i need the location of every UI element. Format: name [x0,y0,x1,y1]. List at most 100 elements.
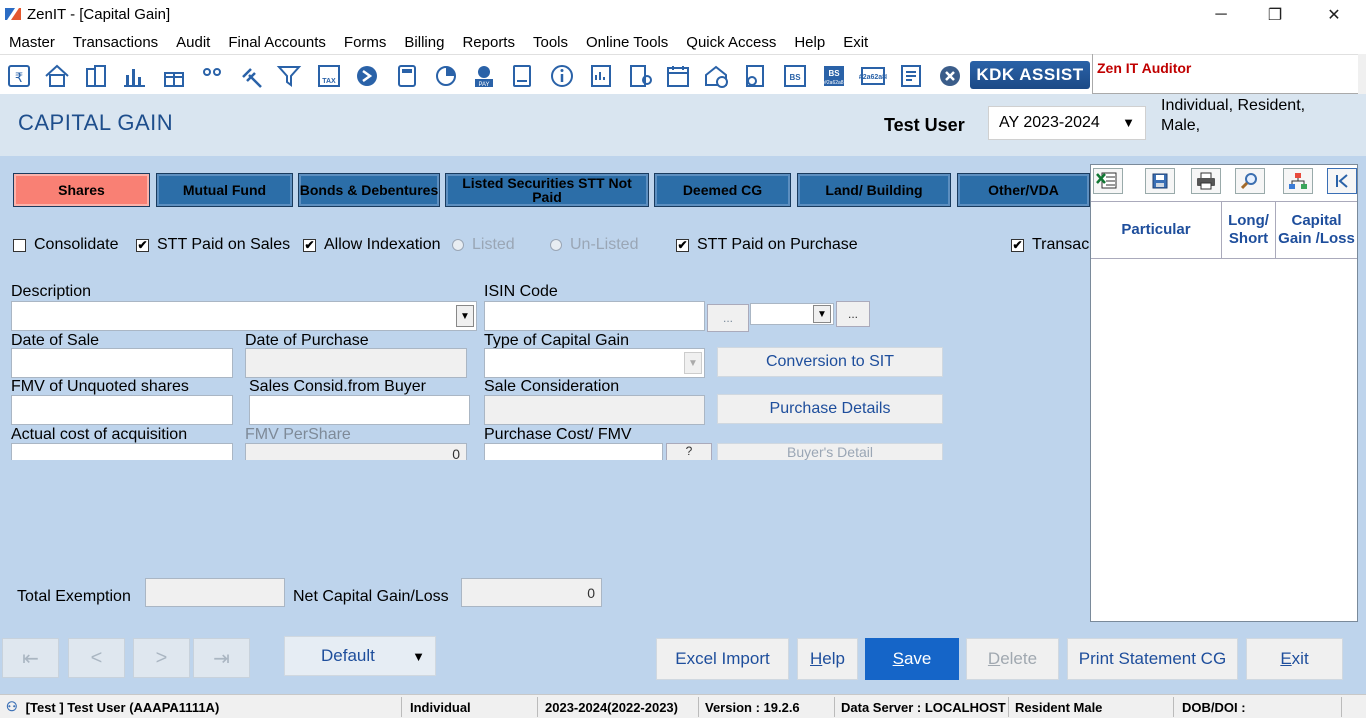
bs-sch-icon[interactable]: BS S#2a62a8H [820,63,848,89]
chevron-down-icon[interactable]: ▼ [456,305,474,327]
tab-deemed-cg[interactable]: Deemed CG [654,173,791,207]
bar-chart-icon[interactable] [120,63,148,89]
rupee-doc-icon[interactable]: ₹ [5,63,33,89]
bs-icon[interactable]: BS [781,63,809,89]
form-icon[interactable] [897,63,925,89]
close-button[interactable]: ✕ [1311,2,1357,28]
people-icon[interactable] [198,63,226,89]
kdk-assist-button[interactable]: KDK ASSIST [970,61,1090,89]
menu-help[interactable]: Help [794,34,825,51]
save-disk-icon[interactable] [1145,168,1175,194]
3cd-icon[interactable]: 3#2a62a8D [855,63,891,89]
listed-radio[interactable]: Listed [452,236,515,254]
house-add-icon[interactable] [703,63,731,89]
chevron-down-icon[interactable]: ▼ [684,352,702,374]
tab-bonds-debentures[interactable]: Bonds & Debentures [298,173,440,207]
menu-reports[interactable]: Reports [462,34,515,51]
conversion-to-sit-button[interactable]: Conversion to SIT [717,347,943,377]
sales-consid-from-buyer-input[interactable] [249,395,470,425]
excel-import-button[interactable]: Excel Import [656,638,789,680]
column-long-short[interactable]: Long/ Short [1222,202,1276,258]
tab-land-building[interactable]: Land/ Building [797,173,951,207]
doc-circle-icon[interactable] [741,63,769,89]
isin-code-input[interactable] [484,301,705,331]
menu-final-accounts[interactable]: Final Accounts [228,34,326,51]
menu-quick-access[interactable]: Quick Access [686,34,776,51]
print-icon[interactable] [1191,168,1221,194]
transaction-checkbox[interactable]: ✔ Transac [1011,236,1090,254]
exit-button[interactable]: Exit [1246,638,1343,680]
fmv-per-share-input[interactable]: 0 [245,443,467,460]
stt-paid-on-sales-checkbox[interactable]: ✔ STT Paid on Sales [136,236,290,254]
filter-icon[interactable] [276,63,304,89]
isin-more-button[interactable]: ... [836,301,870,327]
building-icon[interactable] [82,63,110,89]
menu-billing[interactable]: Billing [404,34,444,51]
close-circle-icon[interactable] [936,63,964,89]
menu-tools[interactable]: Tools [533,34,568,51]
chevron-down-icon[interactable]: ▼ [813,305,831,323]
tax-icon[interactable]: TAX [315,63,343,89]
help-button[interactable]: Help [797,638,858,680]
allow-indexation-checkbox[interactable]: ✔ Allow Indexation [303,236,441,254]
menu-transactions[interactable]: Transactions [73,34,158,51]
excel-icon[interactable] [1093,168,1123,194]
menu-forms[interactable]: Forms [344,34,387,51]
actual-cost-of-acquisition-input[interactable] [11,443,233,460]
isin-type-select[interactable]: ▼ [750,303,834,325]
unlisted-radio[interactable]: Un-Listed [550,236,638,254]
first-record-button[interactable]: ⇤ [2,638,59,678]
gavel-icon[interactable] [237,63,265,89]
column-capital-gain-loss[interactable]: Capital Gain /Loss [1276,202,1357,258]
calendar-icon[interactable] [664,63,692,89]
column-particular[interactable]: Particular [1091,202,1222,258]
buyers-detail-button[interactable]: Buyer's Detail [717,443,943,460]
stt-paid-on-purchase-checkbox[interactable]: ✔ STT Paid on Purchase [676,236,858,254]
user-doc-icon[interactable] [627,63,655,89]
book-icon[interactable] [508,63,536,89]
net-capital-gain-input[interactable]: 0 [461,578,602,607]
pie-chart-icon[interactable] [432,63,460,89]
default-dropdown[interactable]: Default ▼ [284,636,436,676]
menu-audit[interactable]: Audit [176,34,210,51]
purchase-cost-help-button[interactable]: ? [666,443,712,460]
sale-consideration-input[interactable] [484,395,705,425]
toolbar-scrollbar[interactable] [1358,54,1366,94]
info-icon[interactable] [548,63,576,89]
previous-record-button[interactable]: < [68,638,125,678]
menu-master[interactable]: Master [9,34,55,51]
arrow-circle-icon[interactable] [353,63,381,89]
description-combo[interactable]: ▼ [11,301,477,331]
pay-icon[interactable]: PAY [470,63,498,89]
tab-shares[interactable]: Shares [13,173,150,207]
menu-online-tools[interactable]: Online Tools [586,34,668,51]
hierarchy-icon[interactable] [1283,168,1313,194]
search-icon[interactable] [1235,168,1265,194]
home-icon[interactable] [43,63,71,89]
consolidate-checkbox[interactable]: Consolidate [13,236,119,254]
tab-other-vda[interactable]: Other/VDA [957,173,1090,207]
tab-listed-securities-stt-not-paid[interactable]: Listed Securities STT Not Paid [445,173,649,207]
date-of-purchase-input[interactable] [245,348,467,378]
report-icon[interactable] [587,63,615,89]
type-of-capital-gain-select[interactable]: ▼ [484,348,705,378]
delete-button[interactable]: Delete [966,638,1059,680]
date-of-sale-input[interactable] [11,348,233,378]
purchase-cost-fmv-input[interactable] [484,443,663,460]
calculator-icon[interactable] [393,63,421,89]
total-exemption-input[interactable] [145,578,285,607]
maximize-button[interactable]: ❐ [1252,2,1298,28]
purchase-details-button[interactable]: Purchase Details [717,394,943,424]
last-record-button[interactable]: ⇥ [193,638,250,678]
menu-exit[interactable]: Exit [843,34,868,51]
collapse-left-icon[interactable] [1327,168,1357,194]
gift-icon[interactable] [160,63,188,89]
print-statement-cg-button[interactable]: Print Statement CG [1067,638,1238,680]
tab-mutual-fund[interactable]: Mutual Fund [156,173,293,207]
minimize-button[interactable]: ─ [1198,2,1244,28]
assessment-year-select[interactable]: AY 2023-2024 ▼ [988,106,1146,140]
next-record-button[interactable]: > [133,638,190,678]
save-button[interactable]: Save [865,638,959,680]
isin-lookup-button[interactable]: ... [707,304,749,332]
fmv-unquoted-shares-input[interactable] [11,395,233,425]
